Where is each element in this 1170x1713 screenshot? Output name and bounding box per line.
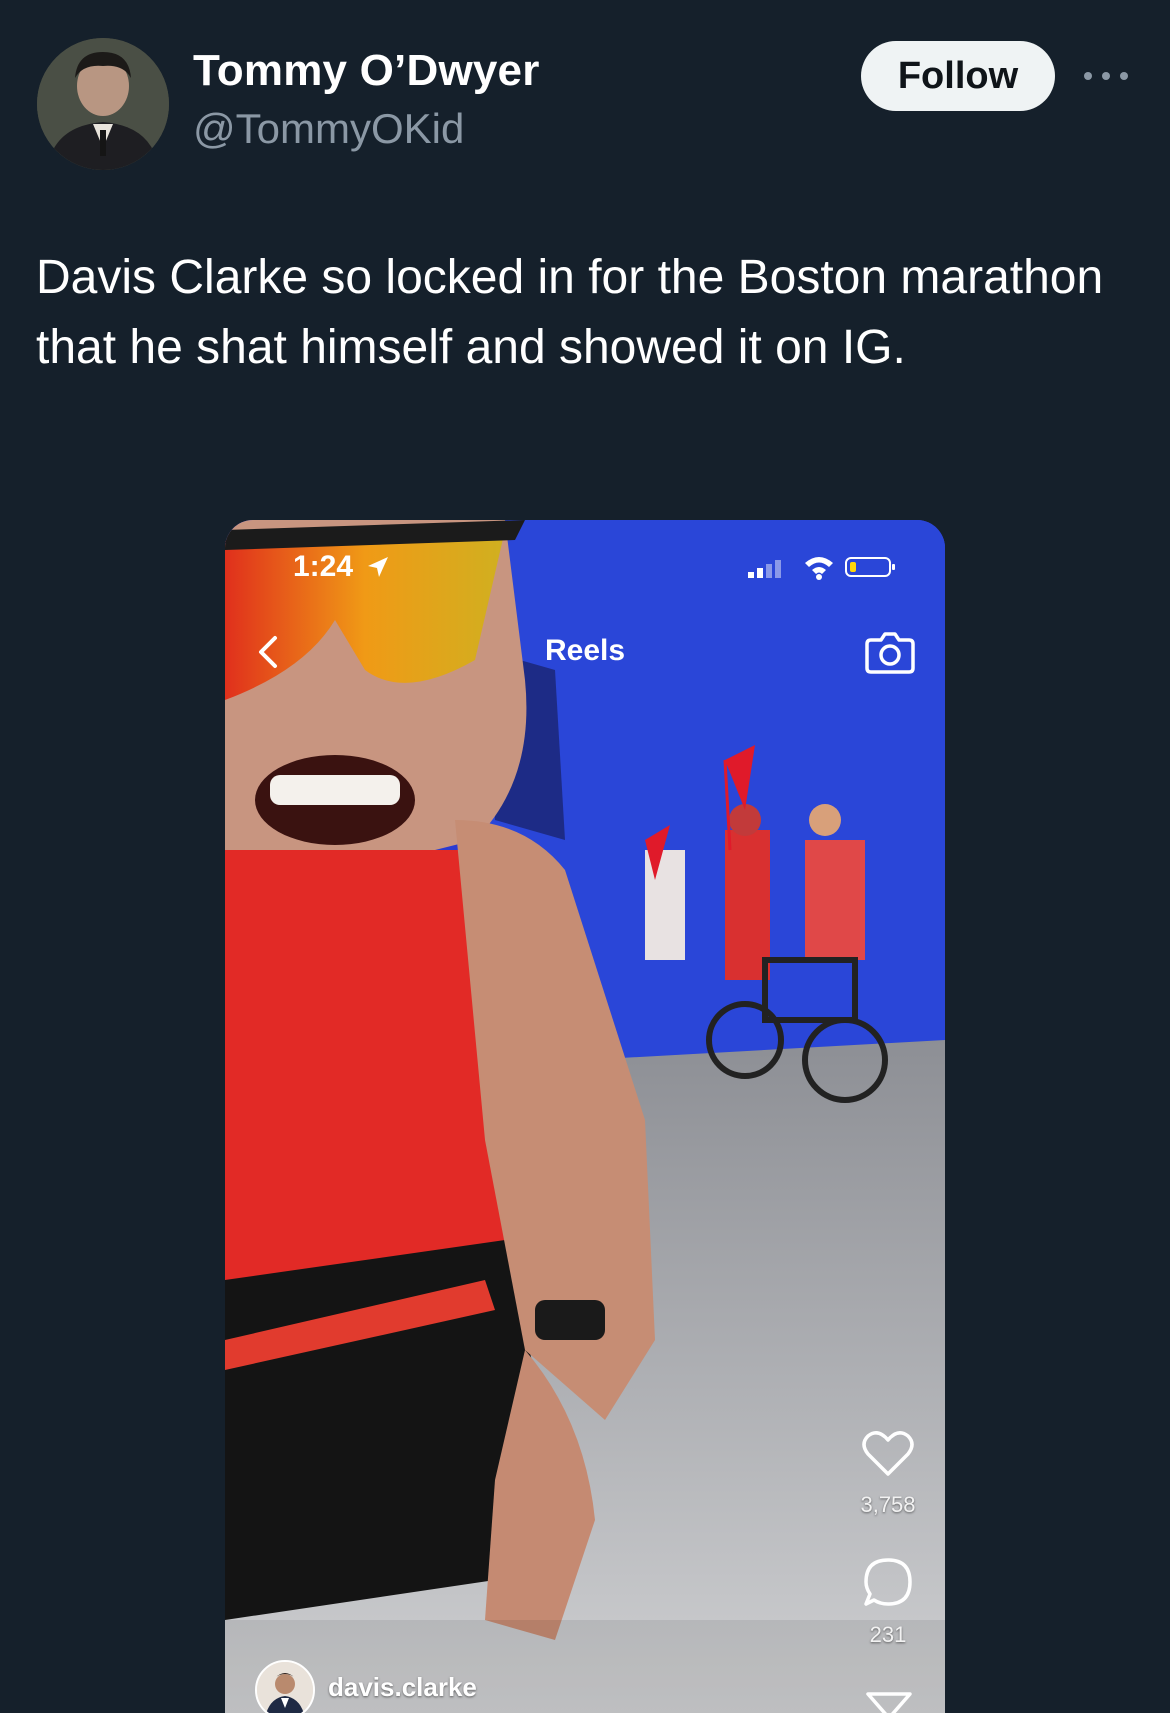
tweet-text: Davis Clarke so locked in for the Boston… (36, 251, 1104, 374)
author-handle[interactable]: @TommyOKid (193, 105, 464, 153)
camera-icon[interactable] (865, 628, 915, 674)
comment-icon[interactable] (862, 1556, 914, 1608)
reel-author-avatar[interactable] (255, 1660, 315, 1713)
location-arrow-icon (368, 557, 388, 577)
reel-author-username[interactable]: davis.clarke (328, 1672, 477, 1703)
status-bar-time: 1:24 (293, 550, 354, 583)
follow-button[interactable]: Follow (861, 41, 1055, 111)
more-horizontal-icon[interactable] (1084, 64, 1128, 88)
signal-icon (748, 560, 781, 578)
chevron-left-icon[interactable] (253, 632, 283, 672)
tweet-page: Tommy O’Dwyer @TommyOKid Follow Davis Cl… (0, 0, 1170, 1713)
reel-author-portrait (257, 1662, 313, 1713)
heart-icon[interactable] (862, 1430, 914, 1478)
author-avatar[interactable] (37, 38, 169, 170)
likes-count: 3,758 (860, 1492, 916, 1517)
avatar-portrait (37, 38, 169, 170)
wifi-icon (805, 557, 833, 580)
battery-icon (845, 557, 895, 577)
author-display-name[interactable]: Tommy O’Dwyer (193, 46, 540, 96)
reel-video-frame (225, 520, 945, 1713)
reels-title: Reels (545, 634, 626, 667)
comments-count: 231 (869, 1622, 907, 1647)
share-icon[interactable] (865, 1690, 913, 1713)
tweet-media-image[interactable]: 1:24 Reels 3,758 231 davis.clarke (225, 520, 945, 1713)
